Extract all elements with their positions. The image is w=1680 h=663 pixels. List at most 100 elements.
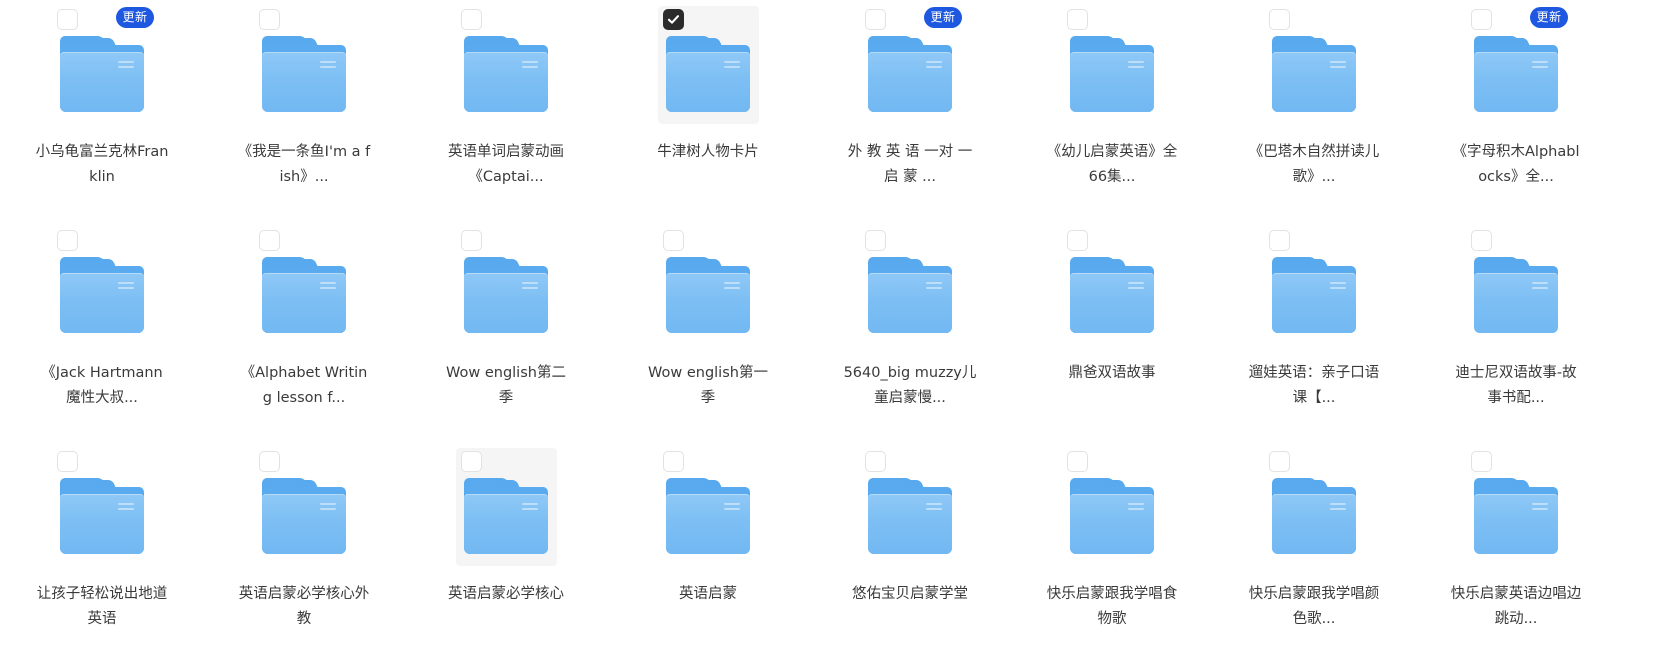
folder-label: 《巴塔木自然拼读儿歌》...: [1248, 144, 1380, 185]
checkbox-icon[interactable]: [864, 451, 886, 472]
folder-label: 《幼儿启蒙英语》全66集...: [1046, 144, 1178, 185]
checkbox-icon[interactable]: [56, 451, 78, 472]
folder-icon-zone[interactable]: [1062, 448, 1163, 566]
checkbox-checked-icon[interactable]: [662, 9, 684, 30]
folder-icon-zone[interactable]: 更新: [52, 6, 154, 124]
checkbox-icon[interactable]: [662, 230, 684, 251]
folder-icon-zone[interactable]: [455, 448, 557, 566]
folder-icon-zone[interactable]: [52, 227, 153, 345]
folder-icon: [464, 257, 548, 333]
folder-icon-zone[interactable]: 更新: [1466, 6, 1568, 124]
folder-label: 《我是一条鱼I'm a fish》...: [237, 144, 371, 185]
folder-label: Wow english第一季: [648, 365, 768, 406]
folder-icon-zone[interactable]: [254, 448, 355, 566]
checkbox-icon[interactable]: [864, 230, 886, 251]
folder-label: 迪士尼双语故事-故事书配...: [1455, 365, 1577, 406]
folder-tile[interactable]: 《Jack Hartmann 魔性大叔...: [1, 223, 203, 444]
folder-icon-zone[interactable]: [860, 227, 961, 345]
checkbox-icon[interactable]: [1066, 451, 1088, 472]
folder-icon: [262, 257, 346, 333]
folder-icon-zone[interactable]: [1466, 227, 1567, 345]
folder-icon: [60, 36, 144, 112]
folder-tile[interactable]: 遛娃英语：亲子口语课【...: [1213, 223, 1415, 444]
folder-icon: [868, 257, 952, 333]
folder-icon: [666, 36, 750, 112]
update-badge: 更新: [924, 7, 962, 28]
folder-label: 快乐启蒙跟我学唱颜色歌...: [1248, 586, 1380, 627]
folder-icon-zone[interactable]: [456, 6, 557, 124]
folder-tile[interactable]: 英语启蒙: [607, 444, 809, 663]
checkbox-icon[interactable]: [56, 9, 78, 30]
folder-icon-zone[interactable]: [1264, 227, 1365, 345]
folder-tile[interactable]: 快乐启蒙跟我学唱食物歌: [1011, 444, 1213, 663]
folder-icon-zone[interactable]: [254, 227, 355, 345]
folder-icon: [1272, 36, 1356, 112]
checkbox-icon[interactable]: [460, 451, 482, 472]
folder-tile[interactable]: 更新《字母积木Alphablocks》全...: [1415, 2, 1617, 223]
checkbox-icon[interactable]: [1470, 230, 1492, 251]
folder-tile[interactable]: 悠佑宝贝启蒙学堂: [809, 444, 1011, 663]
folder-icon: [464, 36, 548, 112]
checkbox-icon[interactable]: [460, 230, 482, 251]
folder-icon-zone[interactable]: [657, 6, 759, 124]
checkbox-icon[interactable]: [1066, 9, 1088, 30]
folder-icon-zone[interactable]: [1062, 227, 1163, 345]
folder-tile[interactable]: 英语启蒙必学核心外教: [203, 444, 405, 663]
update-badge: 更新: [1530, 7, 1568, 28]
folder-icon-zone[interactable]: [1264, 448, 1365, 566]
folder-label: Wow english第二季: [446, 365, 566, 406]
folder-icon-zone[interactable]: 更新: [860, 6, 962, 124]
checkbox-icon[interactable]: [460, 9, 482, 30]
checkbox-icon[interactable]: [1268, 451, 1290, 472]
checkbox-icon[interactable]: [56, 230, 78, 251]
folder-icon: [666, 257, 750, 333]
checkbox-icon[interactable]: [1268, 230, 1290, 251]
folder-tile[interactable]: 牛津树人物卡片: [607, 2, 809, 223]
folder-tile[interactable]: 鼎爸双语故事: [1011, 223, 1213, 444]
folder-label: 英语启蒙必学核心外教: [238, 586, 370, 627]
folder-tile[interactable]: 《我是一条鱼I'm a fish》...: [203, 2, 405, 223]
folder-icon: [1272, 257, 1356, 333]
checkbox-icon[interactable]: [1268, 9, 1290, 30]
folder-icon-zone[interactable]: [1466, 448, 1567, 566]
folder-icon-zone[interactable]: [658, 448, 759, 566]
folder-icon: [868, 36, 952, 112]
folder-icon-zone[interactable]: [456, 227, 557, 345]
folder-label: 小乌龟富兰克林Franklin: [35, 144, 169, 185]
folder-tile[interactable]: 让孩子轻松说出地道英语: [1, 444, 203, 663]
checkbox-icon[interactable]: [258, 451, 280, 472]
checkbox-icon[interactable]: [1470, 9, 1492, 30]
checkbox-icon[interactable]: [864, 9, 886, 30]
folder-tile[interactable]: 《巴塔木自然拼读儿歌》...: [1213, 2, 1415, 223]
folder-icon: [666, 478, 750, 554]
folder-icon-zone[interactable]: [254, 6, 355, 124]
folder-tile[interactable]: 更新小乌龟富兰克林Franklin: [1, 2, 203, 223]
folder-tile[interactable]: 《幼儿启蒙英语》全66集...: [1011, 2, 1213, 223]
folder-icon-zone[interactable]: [1264, 6, 1365, 124]
checkbox-icon[interactable]: [1470, 451, 1492, 472]
folder-tile[interactable]: 更新外 教 英 语 一对 一 启 蒙 ...: [809, 2, 1011, 223]
folder-icon-zone[interactable]: [1062, 6, 1163, 124]
folder-tile[interactable]: 《Alphabet Writing lesson f...: [203, 223, 405, 444]
checkbox-icon[interactable]: [258, 230, 280, 251]
folder-icon-zone[interactable]: [658, 227, 759, 345]
folder-tile[interactable]: Wow english第一季: [607, 223, 809, 444]
folder-icon-zone[interactable]: [52, 448, 153, 566]
checkbox-icon[interactable]: [1066, 230, 1088, 251]
folder-tile[interactable]: Wow english第二季: [405, 223, 607, 444]
folder-icon: [262, 478, 346, 554]
folder-tile[interactable]: 快乐启蒙英语边唱边跳动...: [1415, 444, 1617, 663]
folder-tile[interactable]: 快乐启蒙跟我学唱颜色歌...: [1213, 444, 1415, 663]
folder-label: 5640_big muzzy儿童启蒙慢...: [843, 365, 977, 406]
checkbox-icon[interactable]: [258, 9, 280, 30]
folder-label: 《字母积木Alphablocks》全...: [1452, 144, 1580, 185]
folder-tile[interactable]: 英语启蒙必学核心: [405, 444, 607, 663]
folder-icon-zone[interactable]: [860, 448, 961, 566]
update-badge: 更新: [116, 7, 154, 28]
folder-label: 英语启蒙必学核心: [448, 586, 564, 602]
folder-tile[interactable]: 英语单词启蒙动画《Captai...: [405, 2, 607, 223]
folder-tile[interactable]: 迪士尼双语故事-故事书配...: [1415, 223, 1617, 444]
checkbox-icon[interactable]: [662, 451, 684, 472]
folder-label: 《Alphabet Writing lesson f...: [240, 365, 368, 406]
folder-tile[interactable]: 5640_big muzzy儿童启蒙慢...: [809, 223, 1011, 444]
